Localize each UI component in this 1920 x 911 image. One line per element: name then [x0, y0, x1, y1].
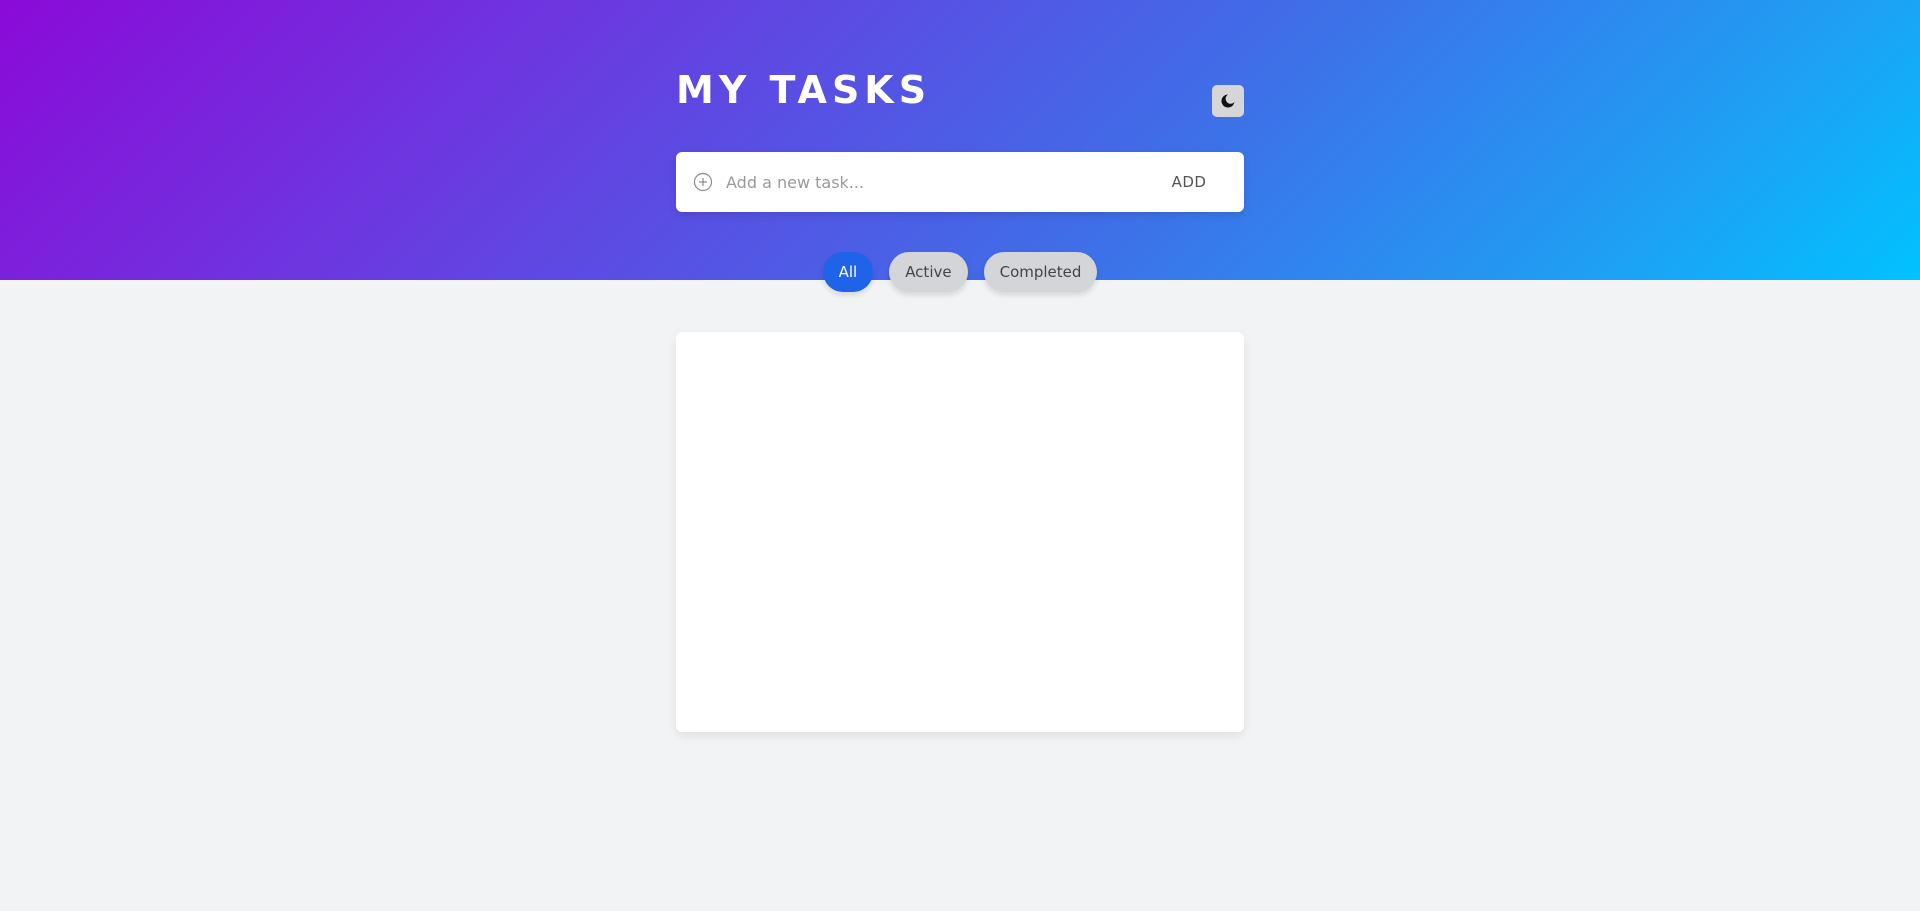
- plus-circle-icon: [693, 172, 713, 192]
- theme-toggle-button[interactable]: [1212, 85, 1244, 117]
- header-banner: MY TASKS ADD: [0, 0, 1920, 280]
- task-list: [676, 332, 1244, 732]
- new-task-input[interactable]: [726, 162, 1134, 202]
- filter-all-button[interactable]: All: [822, 252, 874, 292]
- filter-completed-button[interactable]: Completed: [983, 252, 1098, 292]
- add-task-form: ADD: [676, 152, 1244, 212]
- add-task-button[interactable]: ADD: [1134, 152, 1244, 212]
- filter-tabs: All Active Completed: [0, 252, 1920, 292]
- page-title: MY TASKS: [676, 68, 932, 112]
- filter-active-button[interactable]: Active: [889, 252, 968, 292]
- moon-icon: [1220, 93, 1236, 109]
